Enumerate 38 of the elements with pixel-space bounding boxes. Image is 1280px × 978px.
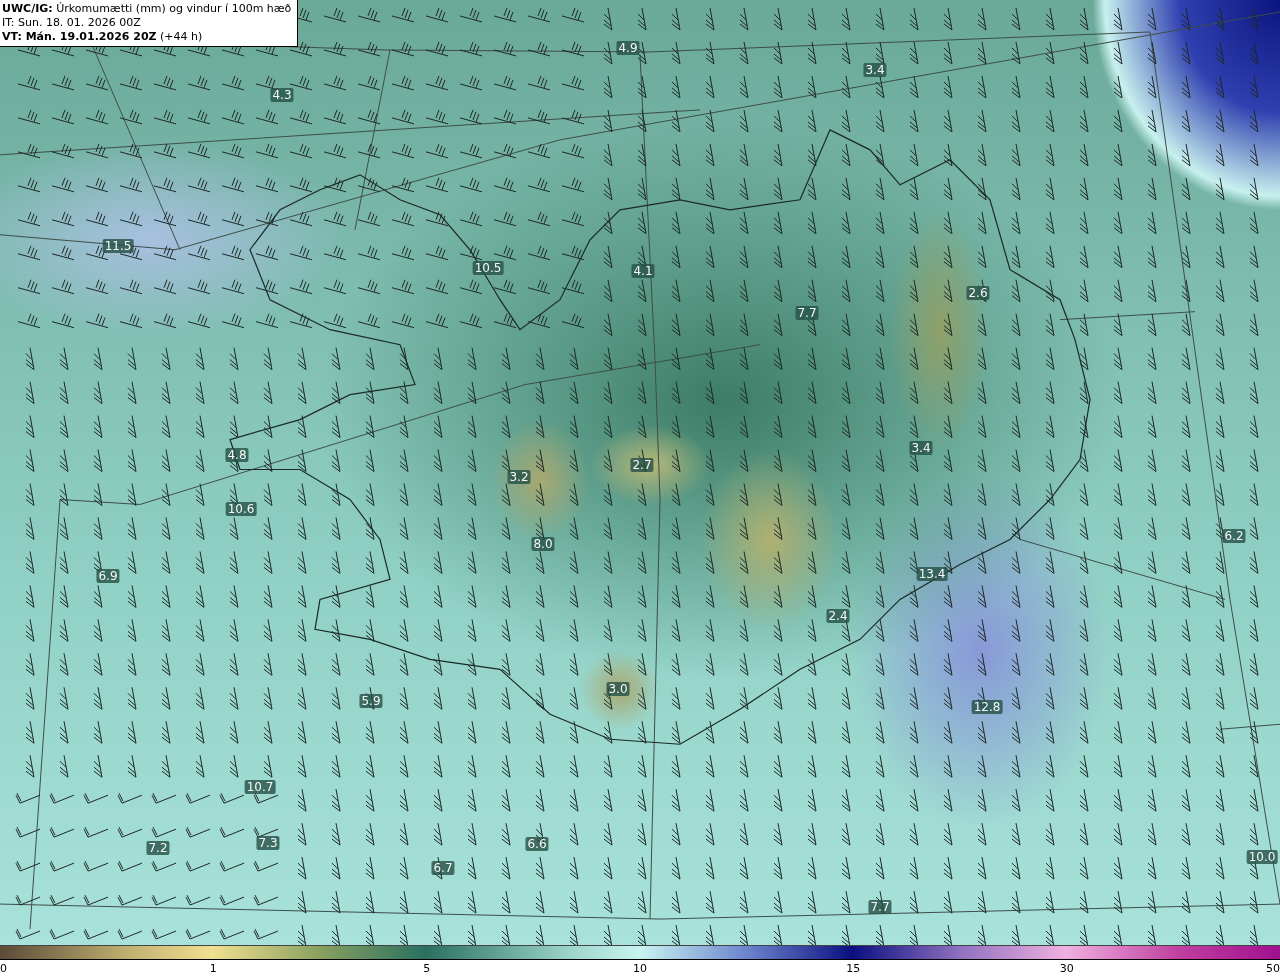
value-label: 6.2 (1222, 529, 1246, 544)
value-label: 6.6 (525, 837, 549, 852)
value-label: 7.2 (146, 841, 170, 856)
value-label: 3.2 (507, 469, 531, 484)
scale-tick-label: 10 (633, 962, 647, 976)
value-label: 7.7 (795, 305, 819, 320)
value-label: 8.0 (531, 537, 555, 552)
value-label: 4.8 (225, 447, 249, 462)
value-label: 3.4 (863, 62, 887, 77)
value-label: 13.4 (916, 567, 948, 582)
value-label: 10.5 (472, 260, 504, 275)
scale-tick-label: 0 (0, 962, 7, 976)
value-label: 12.8 (971, 700, 1003, 715)
value-label: 3.4 (909, 440, 933, 455)
value-label: 7.3 (256, 836, 280, 851)
value-label: 2.7 (630, 457, 654, 472)
value-label: 10.7 (244, 780, 276, 795)
scale-tick-label: 30 (1059, 962, 1074, 976)
value-label: 10.0 (1246, 850, 1278, 865)
header-line: UWC/IG: Úrkomumætti (mm) og vindur í 100m hæð (2, 2, 292, 16)
scale-tick-label: 1 (209, 962, 217, 976)
scale-tick-label: 15 (846, 962, 861, 976)
value-label: 4.9 (616, 40, 640, 55)
value-label: 4.1 (631, 263, 655, 278)
value-label: 5.9 (359, 694, 383, 709)
value-label: 6.9 (96, 569, 120, 584)
header-line: IT: Sun. 18. 01. 2026 00Z (2, 16, 142, 30)
header-line: VT: Mán. 19.01.2026 20Z (+44 h) (2, 30, 204, 44)
value-label: 11.5 (102, 238, 134, 253)
value-label: 3.0 (606, 682, 630, 697)
value-label: 10.6 (225, 502, 257, 517)
value-label: 2.6 (966, 285, 990, 300)
value-label: 6.7 (431, 861, 455, 876)
value-label: 4.3 (270, 87, 294, 102)
scale-tick-label: 50 (1266, 962, 1280, 976)
value-label: 2.4 (826, 609, 850, 624)
scale-tick-label: 5 (423, 962, 431, 976)
value-label: 7.7 (868, 900, 892, 915)
